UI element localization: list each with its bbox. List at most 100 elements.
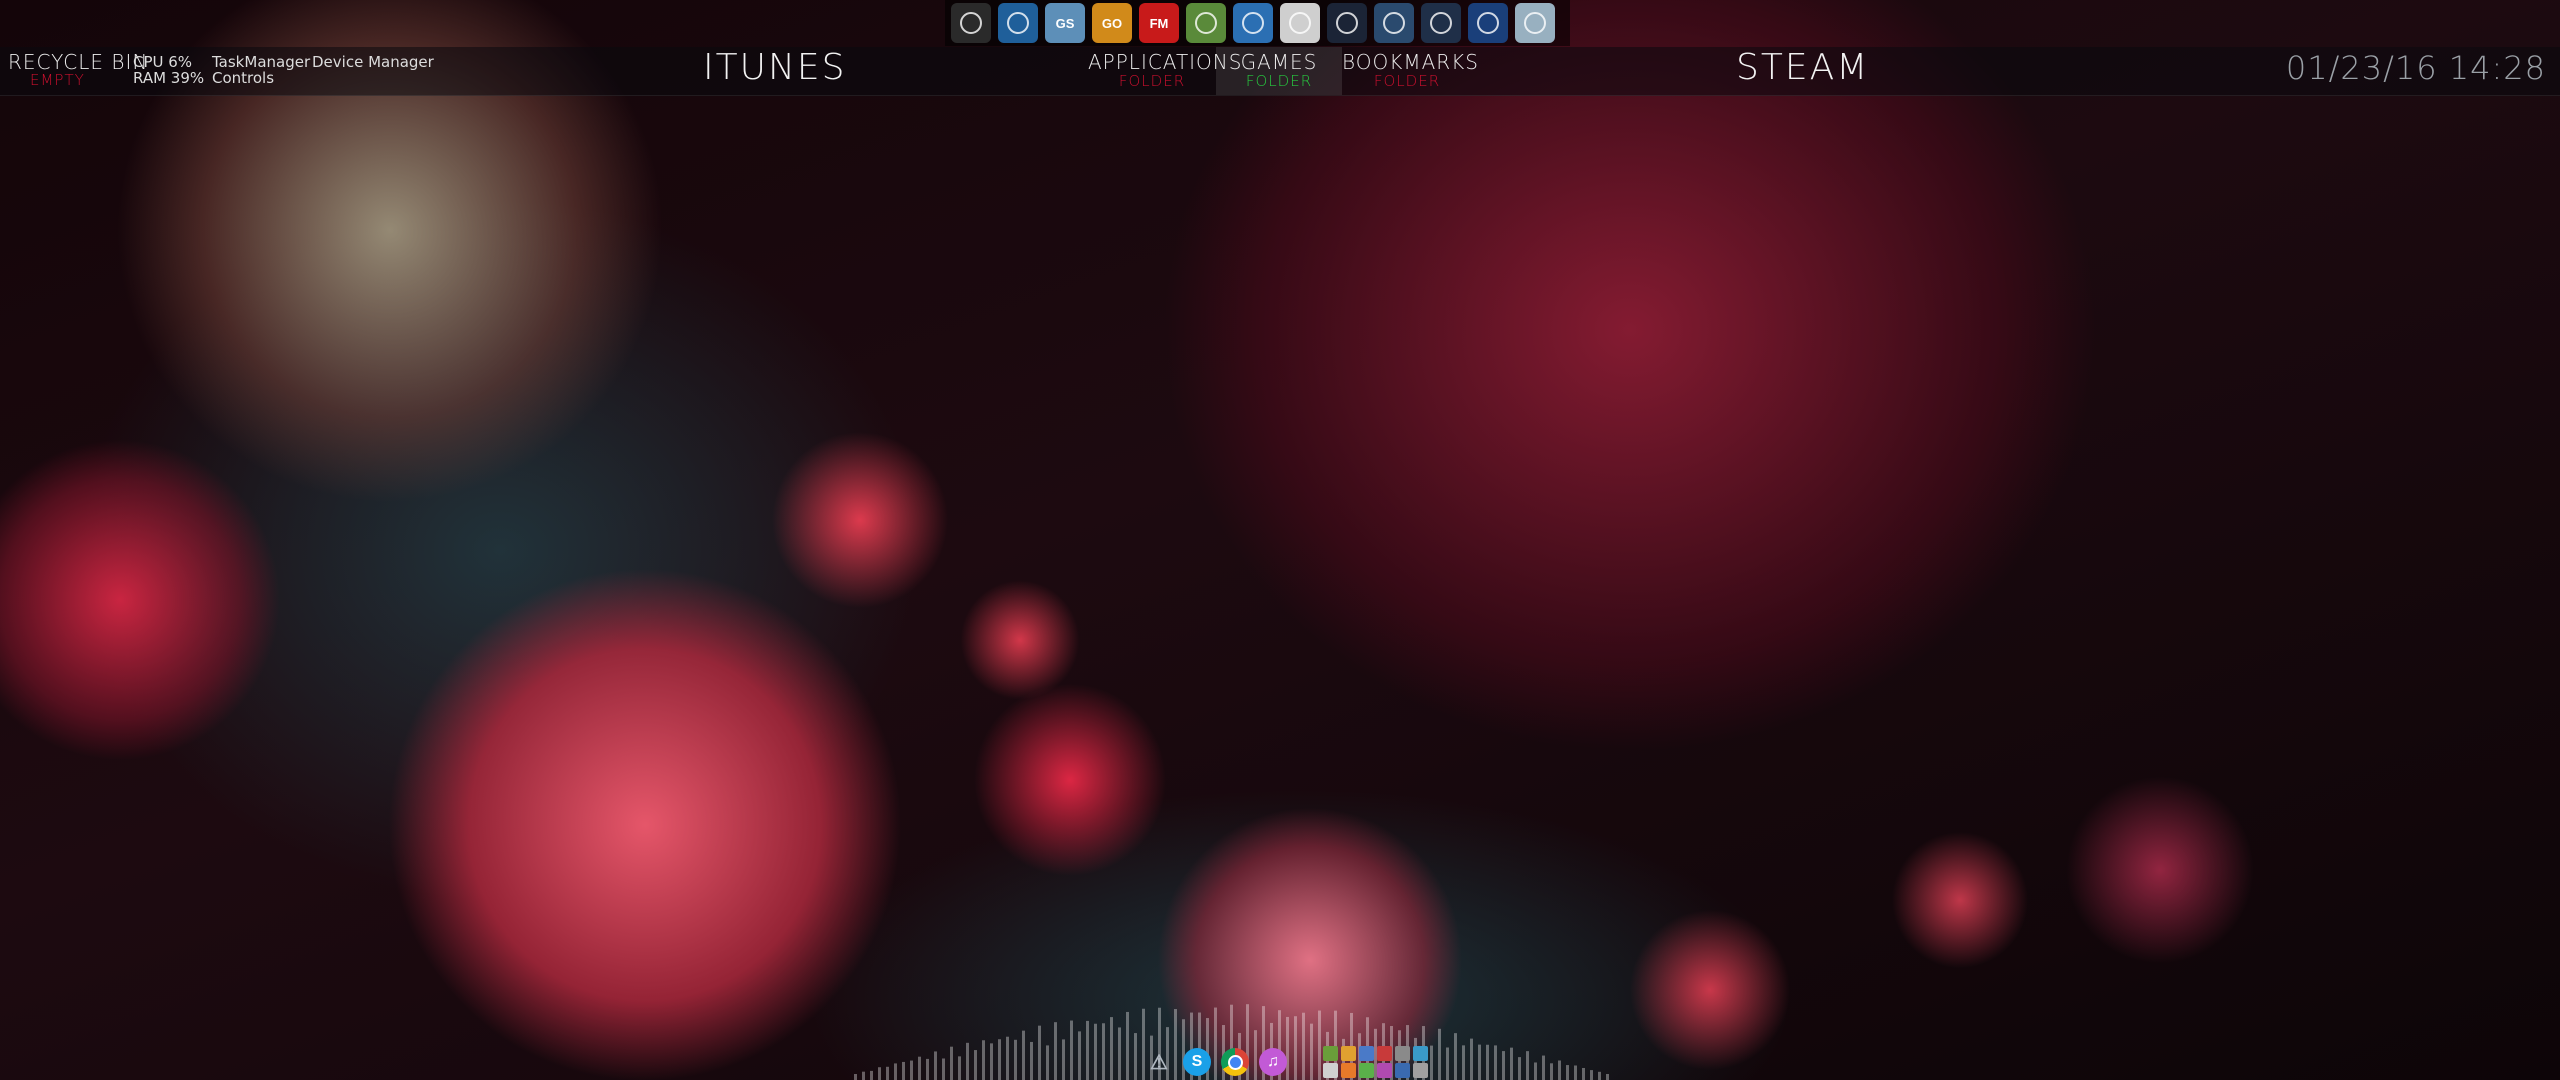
tray-app-icon[interactable] xyxy=(1359,1046,1374,1061)
warframe-icon[interactable] xyxy=(1515,3,1555,43)
itunes-label: ♫ xyxy=(1267,1053,1279,1070)
visualizer-bar xyxy=(1046,1045,1049,1080)
taskbar: ⚠ S ♫ xyxy=(1145,1045,1429,1079)
visualizer-bar xyxy=(1038,1025,1041,1080)
visualizer-bar xyxy=(1062,1039,1065,1080)
gs-icon[interactable]: GS xyxy=(1045,3,1085,43)
visualizer-bar xyxy=(1446,1047,1449,1080)
device-manager-link[interactable]: Device Manager xyxy=(312,53,434,71)
visualizer-bar xyxy=(1430,1045,1433,1080)
hitman-icon[interactable] xyxy=(1280,3,1320,43)
tray-app-icon[interactable] xyxy=(1413,1046,1428,1061)
visualizer-bar xyxy=(1454,1033,1457,1080)
chrome-icon[interactable] xyxy=(1221,1048,1249,1076)
teamspeak-glyph xyxy=(1430,12,1452,34)
uplay-icon[interactable] xyxy=(1468,3,1508,43)
arma-icon[interactable] xyxy=(951,3,991,43)
tray-app-icon[interactable] xyxy=(1323,1046,1338,1061)
visualizer-bar xyxy=(990,1043,993,1080)
visualizer-bar xyxy=(886,1066,889,1080)
teamspeak-icon[interactable] xyxy=(1421,3,1461,43)
bookmarks-label: BOOKMARKS xyxy=(1342,50,1479,74)
visualizer-bar xyxy=(1134,1033,1137,1080)
tray-app-icon[interactable] xyxy=(1377,1063,1392,1078)
fm-icon[interactable]: FM xyxy=(1139,3,1179,43)
minecraft-glyph xyxy=(1195,12,1217,34)
fm-label: FM xyxy=(1149,15,1169,31)
visualizer-bar xyxy=(974,1050,977,1080)
visualizer-bar xyxy=(950,1046,953,1080)
visualizer-bar xyxy=(982,1040,985,1080)
games-folder-tag: FOLDER xyxy=(1245,72,1313,90)
visualizer-bar xyxy=(1582,1067,1585,1080)
star-citizen-icon[interactable] xyxy=(1327,3,1367,43)
visualizer-bar xyxy=(1438,1028,1441,1080)
visualizer-bar xyxy=(1086,1020,1089,1080)
visualizer-bar xyxy=(1534,1062,1537,1080)
visualizer-bar xyxy=(1110,1017,1113,1080)
tray-app-icon[interactable] xyxy=(1413,1063,1428,1078)
system-tray xyxy=(1323,1046,1429,1078)
visualizer-bar xyxy=(1574,1065,1577,1080)
visualizer-bar xyxy=(1006,1036,1009,1080)
visualizer-bar xyxy=(1054,1022,1057,1080)
applications-label: APPLICATIONS xyxy=(1088,50,1243,74)
visualizer-bar xyxy=(1518,1057,1521,1080)
itunes-icon[interactable]: ♫ xyxy=(1259,1048,1287,1076)
arma-glyph xyxy=(960,12,982,34)
top-dock: GS GO FM xyxy=(945,0,1570,46)
tray-app-icon[interactable] xyxy=(1359,1063,1374,1078)
alert-triangle-icon[interactable]: ⚠ xyxy=(1145,1048,1173,1076)
applications-folder-tag: FOLDER xyxy=(1118,72,1186,90)
tray-app-icon[interactable] xyxy=(1395,1046,1410,1061)
tray-app-icon[interactable] xyxy=(1341,1046,1356,1061)
steam-launcher[interactable]: STEAM xyxy=(1736,47,1869,88)
controls-link[interactable]: Controls xyxy=(212,69,274,87)
visualizer-bar xyxy=(1478,1044,1481,1080)
warframe-glyph xyxy=(1524,12,1546,34)
skype-icon[interactable]: S xyxy=(1183,1048,1211,1076)
minecraft-icon[interactable] xyxy=(1186,3,1226,43)
tray-app-icon[interactable] xyxy=(1323,1063,1338,1078)
visualizer-bar xyxy=(870,1070,873,1080)
visualizer-bar xyxy=(1598,1071,1601,1080)
visualizer-bar xyxy=(1118,1027,1121,1080)
visualizer-bar xyxy=(1590,1070,1593,1080)
games-label: GAMES xyxy=(1240,50,1318,74)
recycle-bin-status: EMPTY xyxy=(30,71,85,89)
games-folder[interactable]: GAMES FOLDER xyxy=(1216,47,1342,95)
visualizer-bar xyxy=(1502,1051,1505,1080)
hitman-glyph xyxy=(1289,12,1311,34)
visualizer-bar xyxy=(966,1042,969,1080)
visualizer-bar xyxy=(1566,1065,1569,1080)
visualizer-bar xyxy=(1014,1039,1017,1080)
visualizer-bar xyxy=(1470,1038,1473,1080)
rocket-league-glyph xyxy=(1242,12,1264,34)
visualizer-bar xyxy=(910,1060,913,1080)
visualizer-bar xyxy=(1526,1051,1529,1080)
steam-glyph xyxy=(1383,12,1405,34)
itunes-launcher[interactable]: ITUNES xyxy=(703,47,846,88)
applications-folder[interactable]: APPLICATIONS FOLDER xyxy=(1088,47,1243,95)
visualizer-bar xyxy=(1070,1020,1073,1080)
tray-app-icon[interactable] xyxy=(1341,1063,1356,1078)
steam-icon[interactable] xyxy=(1374,3,1414,43)
visualizer-bar xyxy=(934,1051,937,1080)
visualizer-bar xyxy=(862,1071,865,1080)
visualizer-bar xyxy=(878,1067,881,1080)
visualizer-bar xyxy=(1462,1045,1465,1080)
app-swirl-glyph xyxy=(1007,12,1029,34)
visualizer-bar xyxy=(1550,1063,1553,1080)
tray-app-icon[interactable] xyxy=(1395,1063,1410,1078)
app-swirl-icon[interactable] xyxy=(998,3,1038,43)
visualizer-bar xyxy=(958,1056,961,1080)
tray-app-icon[interactable] xyxy=(1377,1046,1392,1061)
rocket-league-icon[interactable] xyxy=(1233,3,1273,43)
csgo-icon[interactable]: GO xyxy=(1092,3,1132,43)
visualizer-bar xyxy=(1542,1055,1545,1080)
visualizer-bar xyxy=(1126,1011,1129,1080)
visualizer-bar xyxy=(1094,1023,1097,1080)
bookmarks-folder[interactable]: BOOKMARKS FOLDER xyxy=(1342,47,1479,95)
visualizer-bar xyxy=(854,1074,857,1080)
visualizer-bar xyxy=(926,1058,929,1080)
